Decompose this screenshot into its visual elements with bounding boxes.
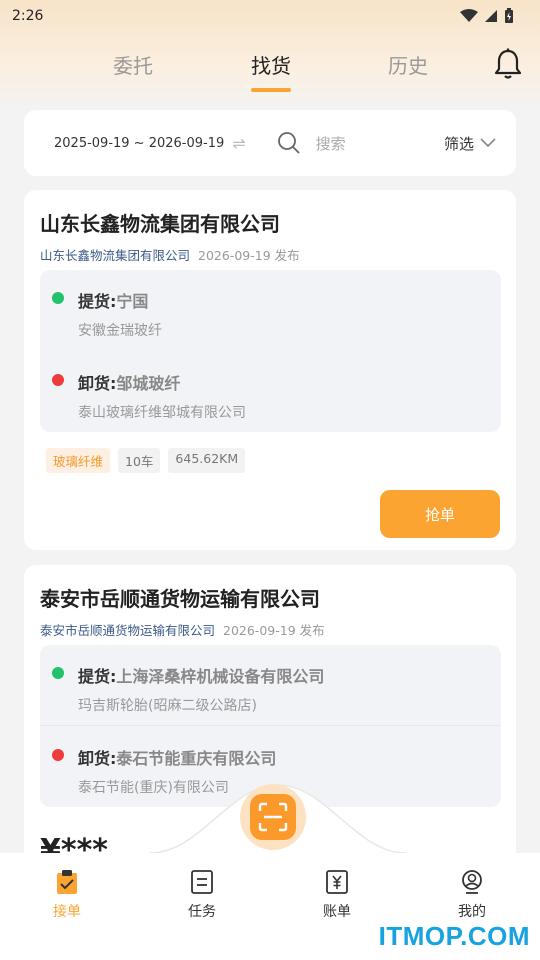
unload-address: 泰山玻璃纤维邹城有限公司 (78, 405, 246, 421)
company-name: 泰安市岳顺通货物运输有限公司 (40, 623, 216, 638)
company-name: 山东长鑫物流集团有限公司 (40, 248, 191, 263)
search-bar: 2025-09-19 ~ 2026-09-19 ⇌ 搜索 筛选 (24, 110, 516, 176)
list-doc-icon (191, 870, 213, 894)
status-time: 2:26 (12, 8, 44, 24)
pickup-label: 提货:宁国 (78, 292, 149, 311)
user-icon (462, 870, 482, 894)
card-title: 山东长鑫物流集团有限公司 (40, 212, 280, 236)
status-bar: 2:26 (0, 0, 540, 32)
publish-date: 2026-09-19 发布 (198, 248, 300, 263)
watermark: ITMOP.COM (378, 921, 530, 951)
pickup-dot (52, 292, 64, 304)
chevron-down-icon (480, 138, 496, 148)
bell-icon[interactable] (494, 48, 522, 80)
card-title: 泰安市岳顺通货物运输有限公司 (40, 587, 320, 611)
tag-cargo-type: 玻璃纤维 (46, 448, 111, 473)
clipboard-check-icon (57, 870, 77, 894)
pickup-dot (52, 667, 64, 679)
pickup-address: 安徽金瑞玻纤 (78, 323, 162, 339)
grab-order-button[interactable]: 抢单 (380, 490, 500, 538)
swap-icon[interactable]: ⇌ (232, 134, 245, 153)
search-icon (277, 132, 300, 154)
battery-icon (505, 8, 513, 23)
nav-item-bills[interactable]: 账单 (297, 869, 377, 921)
top-tabs: 委托 找货 历史 (0, 40, 540, 96)
scan-button[interactable] (240, 784, 306, 850)
signal-icon (485, 10, 497, 22)
date-range-picker[interactable]: 2025-09-19 ~ 2026-09-19 (54, 136, 224, 151)
nav-label: 任务 (188, 904, 216, 920)
tab-history[interactable]: 历史 (368, 50, 448, 79)
card-subtitle: 山东长鑫物流集团有限公司 2026-09-19 发布 (40, 245, 300, 264)
tag-distance: 645.62KM (168, 448, 246, 473)
route-box: 提货:宁国 安徽金瑞玻纤 卸货:邹城玻纤 泰山玻璃纤维邹城有限公司 (40, 270, 501, 432)
pickup-address: 玛吉斯轮胎(昭麻二级公路店) (78, 698, 257, 714)
nav-label: 我的 (458, 904, 486, 920)
unload-dot (52, 749, 64, 761)
tab-entrust[interactable]: 委托 (93, 50, 173, 79)
publish-date: 2026-09-19 发布 (223, 623, 325, 638)
yuan-bill-icon (326, 870, 348, 894)
nav-label: 账单 (323, 904, 351, 920)
nav-item-profile[interactable]: 我的 (432, 869, 512, 921)
pickup-label: 提货:上海泽桑梓机械设备有限公司 (78, 667, 325, 686)
card-subtitle: 泰安市岳顺通货物运输有限公司 2026-09-19 发布 (40, 620, 325, 639)
filter-label: 筛选 (443, 134, 474, 153)
nav-label: 接单 (53, 904, 81, 920)
scan-icon (258, 802, 288, 832)
tag-vehicle-count: 10车 (118, 448, 161, 473)
route-divider (40, 725, 501, 726)
nav-item-orders[interactable]: 接单 (27, 869, 107, 921)
unload-label: 卸货:邹城玻纤 (78, 374, 181, 393)
wifi-icon (460, 9, 478, 22)
tab-find-cargo[interactable]: 找货 (231, 50, 311, 92)
search-input[interactable]: 搜索 (316, 133, 346, 154)
nav-item-tasks[interactable]: 任务 (162, 869, 242, 921)
cargo-card[interactable]: 山东长鑫物流集团有限公司 山东长鑫物流集团有限公司 2026-09-19 发布 … (24, 190, 516, 550)
filter-button[interactable]: 筛选 (444, 133, 496, 154)
unload-dot (52, 374, 64, 386)
tag-list: 玻璃纤维 10车 645.62KM (46, 448, 246, 473)
